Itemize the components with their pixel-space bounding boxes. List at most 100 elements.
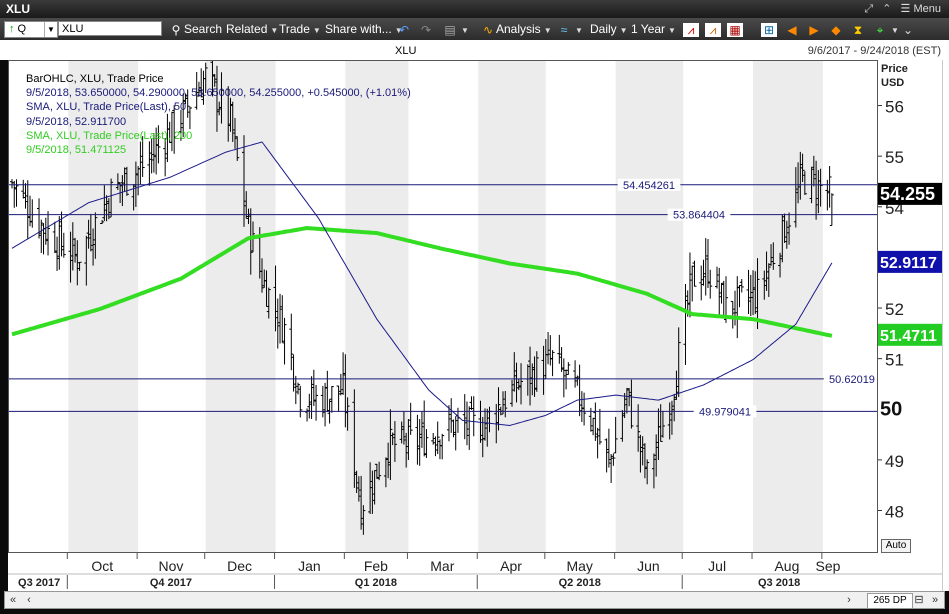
ohlc-bar <box>559 347 564 372</box>
ohlc-bar <box>714 266 719 289</box>
search-label: Search <box>184 22 223 36</box>
month-label: Aug <box>774 558 799 574</box>
menu-label[interactable]: Menu <box>913 3 941 15</box>
price-flag-sma200: 51.4711 <box>880 328 937 345</box>
studies-menu[interactable]: ≈ ▼ <box>556 21 583 37</box>
chevron-down-icon: ▼ <box>891 26 899 35</box>
zoom-vertical-button[interactable]: ◆ <box>828 21 844 37</box>
ohlc-bar <box>341 352 346 395</box>
analysis-menu[interactable]: ∿ Analysis ▼ <box>480 21 552 37</box>
trade-menu[interactable]: Trade ▼ <box>279 21 321 37</box>
span-label: 1 Year <box>631 22 666 36</box>
symbol-input[interactable]: XLU <box>58 21 162 36</box>
scroll-start-icon[interactable]: « <box>5 592 21 608</box>
quarter-label: Q2 2018 <box>559 577 601 589</box>
ohlc-bar <box>550 350 555 377</box>
ohlc-bar <box>730 300 735 329</box>
ohlc-bar <box>296 382 301 395</box>
month-label: Jan <box>298 558 321 574</box>
ohlc-bar <box>415 414 420 465</box>
ohlc-bar <box>735 276 740 339</box>
ohlc-bar <box>687 252 692 318</box>
right-edge <box>942 60 949 591</box>
month-label: Jul <box>708 558 726 574</box>
ohlc-bar <box>557 334 562 364</box>
symbol-type-select[interactable]: ↑ Q ▼ <box>4 21 58 38</box>
chevron-down-icon: ▼ <box>312 26 321 35</box>
price-axis[interactable]: 48495051525354555654.25552.911751.471150… <box>878 60 942 553</box>
plot-area[interactable]: 54.454261 53.864404 50.62019 49.979041 BarO… <box>8 60 878 553</box>
time-axis-svg: Oct Nov Dec Jan Feb Mar Apr May Jun Jul Aug Sep Q3 2… <box>8 553 942 589</box>
ohlc-bar <box>690 265 695 302</box>
folder-button[interactable]: ▤ ▼ <box>442 21 469 37</box>
chevron-down-icon[interactable]: ▼ <box>44 22 57 37</box>
ohlc-bar <box>298 385 303 418</box>
chart-header: XLU 9/6/2017 - 9/24/2018 (EST) <box>0 40 949 60</box>
data-points-label[interactable]: 265 DP <box>867 593 913 609</box>
title-bar: XLU ⤢ ⌃ ☰ Menu <box>0 0 949 18</box>
ohlc-bar <box>471 396 476 437</box>
scroll-left-button[interactable]: ◀ <box>784 21 800 37</box>
legend-sma50-values: 9/5/2018, 52.911700 <box>26 115 127 128</box>
auto-scale-button[interactable]: Auto <box>881 539 911 553</box>
span-select[interactable]: 1 Year ▼ <box>631 21 676 37</box>
time-axis[interactable]: Oct Nov Dec Jan Feb Mar Apr May Jun Jul Aug Sep Q3 2… <box>8 553 942 591</box>
period-select[interactable]: Daily ▼ <box>590 21 628 37</box>
related-menu[interactable]: Related ▼ <box>226 21 278 37</box>
ohlc-bar <box>604 438 609 473</box>
ohlc-bar <box>564 369 569 390</box>
month-label: Oct <box>91 558 113 574</box>
ohlc-bar <box>338 373 343 396</box>
ohlc-bar <box>417 418 422 466</box>
scroll-end-button[interactable]: ▶ <box>806 21 822 37</box>
ohlc-bar <box>829 193 834 227</box>
ohlc-bar <box>464 401 469 446</box>
legend-sma200-values: 9/5/2018, 51.471125 <box>26 144 127 157</box>
price-axis-title-line1: Price <box>881 63 908 75</box>
share-label: Share with... <box>325 22 392 36</box>
chevron-up-icon[interactable]: ⌃ <box>882 2 891 15</box>
month-label: Dec <box>227 558 252 574</box>
scroll-end-icon[interactable]: » <box>927 592 943 608</box>
calendar-button[interactable]: ▦ <box>727 21 743 37</box>
quarter-label: Q4 2017 <box>150 577 192 589</box>
scroll-forward-icon[interactable]: › <box>841 592 857 608</box>
ohlc-bar <box>23 183 28 209</box>
undo-button[interactable]: ↶ <box>396 21 412 37</box>
share-menu[interactable]: Share with... ▼ <box>325 21 403 37</box>
chevron-down-icon: ▼ <box>619 26 628 35</box>
ohlc-bar <box>561 358 566 398</box>
scroll-back-icon[interactable]: ‹ <box>21 592 37 608</box>
redo-button[interactable]: ↷ <box>418 21 434 37</box>
ohlc-bar <box>408 402 413 435</box>
window-menu[interactable]: ⤢ ⌃ ☰ Menu <box>864 2 941 16</box>
more-button[interactable]: ⌄ <box>900 21 916 37</box>
search-icon: ⚲ <box>171 22 181 37</box>
price-axis-title: Price USD <box>881 62 908 90</box>
hamburger-icon[interactable]: ☰ <box>901 3 911 15</box>
ohlc-bar <box>21 179 26 199</box>
ohlc-bar <box>546 331 551 365</box>
crosshair-button[interactable]: ⌖ ▼ <box>872 21 899 37</box>
ohlc-bar <box>705 239 710 288</box>
chevron-down-icon: ▼ <box>543 26 552 35</box>
analysis-icon: ∿ <box>482 22 494 37</box>
search-button[interactable]: ⚲ Search <box>168 21 222 37</box>
add-pane-button[interactable]: ⊞ <box>761 21 777 37</box>
ohlc-bar <box>577 364 582 417</box>
ohlc-bar <box>46 211 51 256</box>
line-chart-button[interactable]: ⩘ <box>683 21 699 37</box>
time-scrollbar[interactable]: « ‹ › 265 DP ⊟ » <box>4 591 945 609</box>
price-tick-label: 52 <box>885 300 904 319</box>
hourglass-button[interactable]: ⧗ <box>850 21 866 37</box>
ohlc-bar <box>57 216 62 270</box>
legend-ohlc-title: BarOHLC, XLU, Trade Price <box>26 73 164 85</box>
ohlc-bar <box>708 269 713 299</box>
toolbar: ↑ Q ▼ XLU ⚲ Search Related ▼ Trade ▼ Share w… <box>0 18 949 40</box>
zoom-out-icon[interactable]: ⊟ <box>911 592 927 608</box>
double-chevron-down-icon: ⌄ <box>902 22 914 37</box>
compare-chart-button[interactable]: ⩘ <box>705 21 721 37</box>
restore-icon[interactable]: ⤢ <box>864 3 873 16</box>
ohlc-bar <box>422 400 427 457</box>
ohlc-bar <box>289 313 294 371</box>
